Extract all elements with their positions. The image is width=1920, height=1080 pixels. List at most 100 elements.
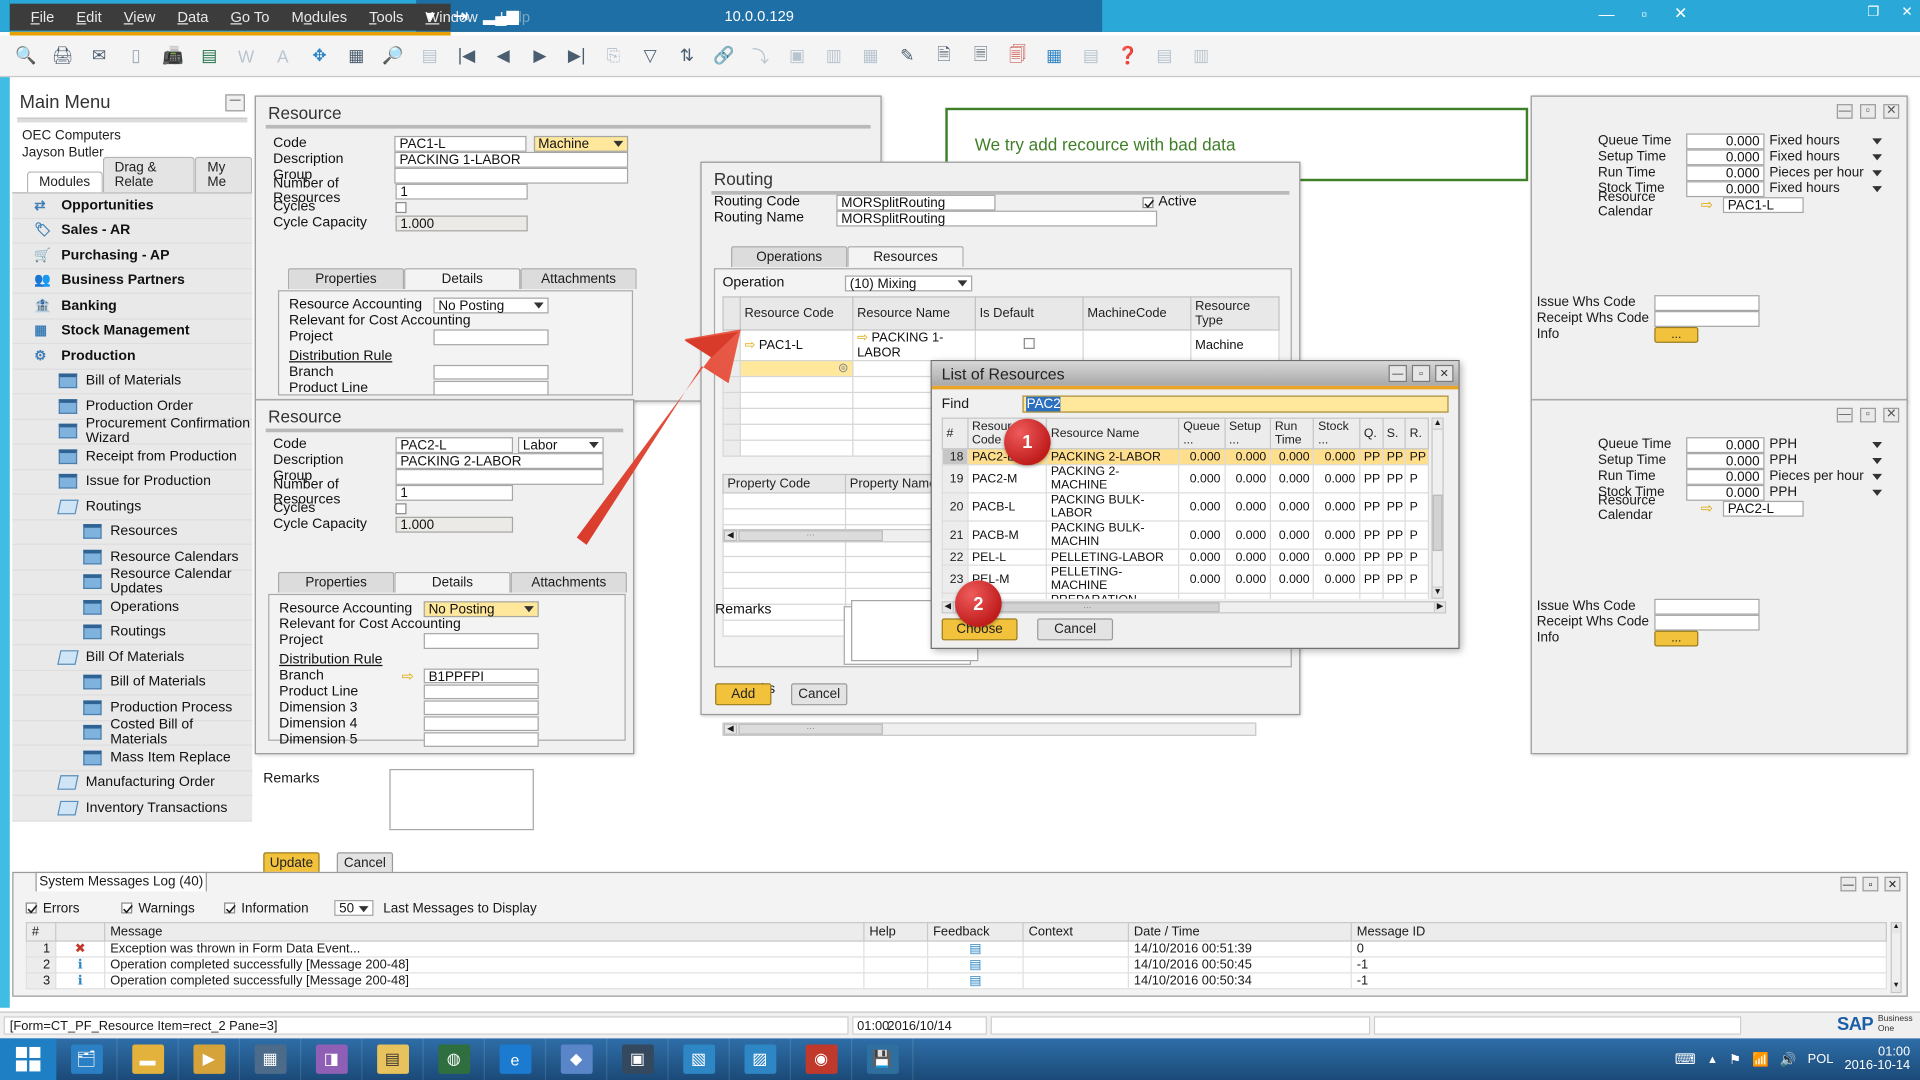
- column-header[interactable]: Resource Name: [1047, 418, 1179, 449]
- sidebar-item-stock-management[interactable]: ▦Stock Management: [12, 319, 252, 344]
- cell-empty[interactable]: [723, 508, 845, 524]
- volume-icon[interactable]: 🔊: [1780, 1051, 1797, 1067]
- project-input-1[interactable]: [433, 329, 548, 344]
- cell-stock-time[interactable]: 0.000: [1314, 493, 1360, 521]
- sidebar-item-resource-calendar-updates[interactable]: Resource Calendar Updates: [12, 570, 252, 595]
- issue-whs-input-bottom[interactable]: [1654, 599, 1759, 614]
- branch-input-1[interactable]: [433, 364, 548, 379]
- cell-empty[interactable]: [723, 408, 740, 424]
- filter-information[interactable]: Information: [224, 901, 334, 916]
- resource-calendar-input-bottom[interactable]: PAC2-L: [1723, 501, 1804, 516]
- cell-context[interactable]: [1023, 973, 1128, 989]
- sidebar-item-inventory-transactions[interactable]: Inventory Transactions: [12, 796, 252, 821]
- sidebar-item-costed-bill-of-materials[interactable]: Costed Bill of Materials: [12, 721, 252, 746]
- launch-application-icon[interactable]: ✥: [306, 41, 333, 70]
- cell-q[interactable]: PP: [1360, 449, 1383, 465]
- time-value[interactable]: 0.000: [1686, 133, 1764, 148]
- link-arrow-icon[interactable]: ⇨: [1701, 500, 1723, 517]
- cell-resource-name[interactable]: PACKING 2-MACHINE: [1047, 465, 1179, 493]
- column-header[interactable]: MachineCode: [1083, 296, 1191, 329]
- routing-name-input[interactable]: MORSplitRouting: [836, 211, 1157, 226]
- edit-icon[interactable]: ✎: [894, 41, 921, 70]
- cell-s[interactable]: PP: [1382, 549, 1405, 565]
- cell-empty[interactable]: [740, 392, 853, 408]
- link-arrow-icon[interactable]: ⇨: [1701, 196, 1723, 213]
- column-header[interactable]: S.: [1382, 418, 1405, 449]
- filter-warnings[interactable]: Warnings: [121, 901, 224, 916]
- maximize-icon[interactable]: ▫: [1412, 365, 1430, 382]
- maximize-icon[interactable]: ▫: [1862, 877, 1878, 892]
- time-unit[interactable]: PPH: [1769, 453, 1882, 468]
- sidebar-item-business-partners[interactable]: 👥Business Partners: [12, 269, 252, 294]
- resource-type-dropdown-1[interactable]: Machine: [533, 136, 628, 151]
- taskbar-chart[interactable]: ▧: [669, 1038, 730, 1080]
- info-browse-button-bottom[interactable]: ...: [1654, 630, 1698, 646]
- cell-setup-time[interactable]: 0.000: [1225, 594, 1271, 599]
- cell-resource-name[interactable]: PELLETING-LABOR: [1047, 549, 1179, 565]
- number-input-2[interactable]: 1: [396, 485, 514, 500]
- export-to-pdf-icon[interactable]: A: [269, 41, 296, 70]
- taskbar-browser[interactable]: ◉: [791, 1038, 852, 1080]
- fax-icon[interactable]: 📠: [159, 41, 186, 70]
- sidebar-item-manufacturing-order[interactable]: Manufacturing Order: [12, 771, 252, 796]
- list-cancel-button[interactable]: Cancel: [1037, 618, 1113, 640]
- sidebar-item-procurement-confirmation-wizard[interactable]: Procurement Confirmation Wizard: [12, 419, 252, 444]
- column-header[interactable]: Context: [1023, 923, 1128, 941]
- column-header[interactable]: Queue ...: [1179, 418, 1225, 449]
- tab-drag-relate[interactable]: Drag & Relate: [102, 157, 195, 193]
- cell-resource-name[interactable]: PELLETING-MACHINE: [1047, 566, 1179, 594]
- sidebar-item-production-process[interactable]: Production Process: [12, 696, 252, 721]
- group-input-1[interactable]: [395, 168, 629, 183]
- table-row[interactable]: 3ℹOperation completed successfully [Mess…: [26, 973, 1886, 989]
- resource-type-dropdown-2[interactable]: Labor: [518, 437, 604, 452]
- taskbar-terminal[interactable]: ▣: [607, 1038, 668, 1080]
- minimize-icon[interactable]: —: [1837, 408, 1853, 423]
- column-header[interactable]: R.: [1405, 418, 1428, 449]
- column-header[interactable]: Help: [864, 923, 928, 941]
- list-dialog-hscrollbar[interactable]: ◀ ⋯ ▶: [942, 601, 1446, 613]
- sidebar-item-issue-for-production[interactable]: Issue for Production: [12, 470, 252, 495]
- scroll-left-icon-2[interactable]: ◀: [724, 724, 737, 735]
- active-checkbox[interactable]: [1142, 197, 1153, 208]
- cycles-checkbox-2[interactable]: [396, 503, 407, 514]
- idx[interactable]: 20: [942, 493, 967, 521]
- sidebar-item-production[interactable]: ⚙Production: [12, 344, 252, 369]
- idx[interactable]: 21: [942, 521, 967, 549]
- taskbar-notepad[interactable]: ▤: [362, 1038, 423, 1080]
- list-item[interactable]: 24PRE-LPREPARATION-LABOR0.0000.0000.0000…: [942, 594, 1428, 599]
- first-record-icon[interactable]: |◀: [453, 41, 480, 70]
- scroll-up-icon[interactable]: ▲: [1433, 419, 1443, 430]
- product-line-input-2[interactable]: [424, 684, 539, 699]
- maximize-icon[interactable]: ▫: [1641, 4, 1647, 22]
- cell-setup-time[interactable]: 0.000: [1225, 521, 1271, 549]
- column-header[interactable]: Property Code: [723, 474, 845, 492]
- cell-empty[interactable]: [723, 572, 845, 588]
- cell-s[interactable]: PP: [1382, 493, 1405, 521]
- tab-modules[interactable]: Modules: [27, 171, 102, 192]
- time-unit[interactable]: PPH: [1769, 437, 1882, 452]
- cell-q[interactable]: PP: [1360, 549, 1383, 565]
- scroll-up-icon-2[interactable]: ▲: [1892, 923, 1901, 933]
- tab-properties-2[interactable]: Properties: [278, 572, 394, 593]
- cell-setup-time[interactable]: 0.000: [1225, 465, 1271, 493]
- scroll-left-icon[interactable]: ◀: [724, 530, 737, 541]
- operation-dropdown[interactable]: (10) Mixing: [845, 276, 972, 291]
- copy-to-icon[interactable]: 🗐: [1004, 41, 1031, 70]
- find-icon[interactable]: 🔎: [380, 41, 407, 70]
- tab-my-menu[interactable]: My Me: [195, 157, 252, 193]
- link-arrow-icon[interactable]: ⇨: [402, 667, 424, 684]
- column-header[interactable]: [56, 923, 105, 941]
- cell-feedback[interactable]: ▤: [928, 973, 1024, 989]
- cell-r[interactable]: P: [1405, 566, 1428, 594]
- print-icon[interactable]: 🖨: [49, 41, 76, 70]
- cell-queue-time[interactable]: 0.000: [1179, 594, 1225, 599]
- cell-empty[interactable]: [740, 408, 853, 424]
- cell-s[interactable]: PP: [1382, 449, 1405, 465]
- table-row[interactable]: 1✖Exception was thrown in Form Data Even…: [26, 941, 1886, 957]
- column-header[interactable]: #: [26, 923, 55, 941]
- add-button[interactable]: Add: [715, 683, 771, 705]
- row-selector[interactable]: [723, 329, 740, 360]
- sidebar-item-resource-calendars[interactable]: Resource Calendars: [12, 545, 252, 570]
- add-row-icon[interactable]: ⎘: [600, 41, 627, 70]
- sidebar-item-bill-of-materials[interactable]: Bill of Materials: [12, 670, 252, 695]
